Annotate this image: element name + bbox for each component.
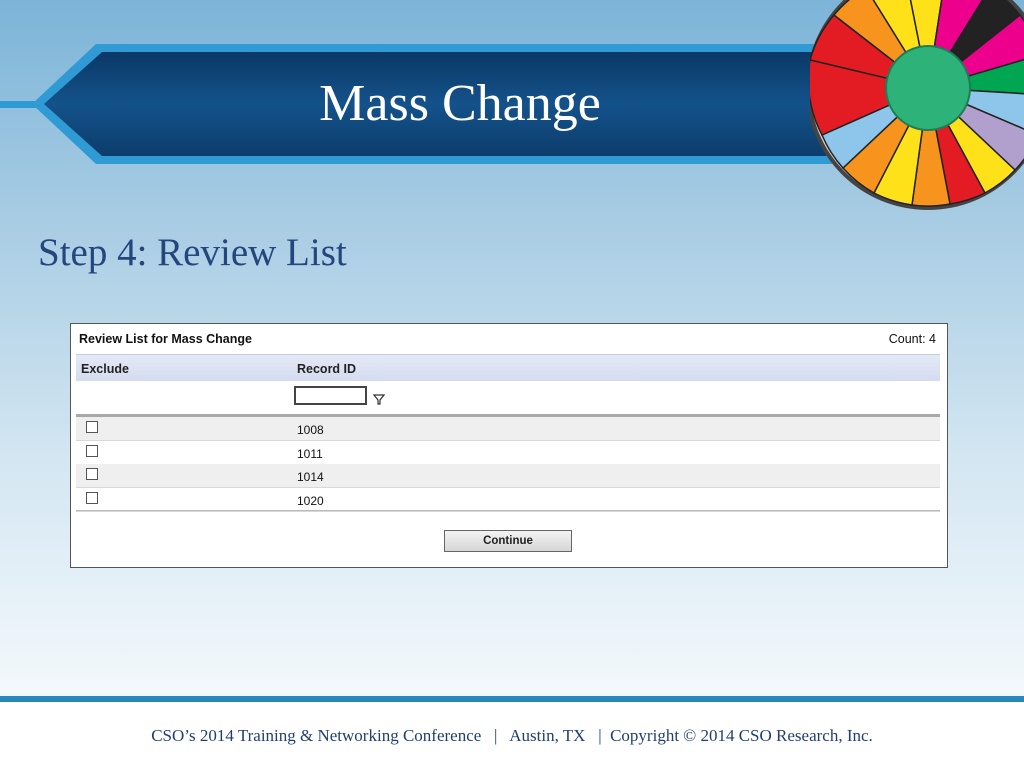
continue-button[interactable]: Continue: [444, 530, 572, 552]
column-header-exclude[interactable]: Exclude: [81, 362, 129, 376]
step-subtitle: Step 4: Review List: [38, 231, 347, 274]
slide-title: Mass Change: [319, 75, 601, 132]
record-id-cell: 1008: [297, 423, 324, 437]
table-row[interactable]: 1020: [76, 488, 940, 512]
record-id-filter-input[interactable]: [294, 386, 367, 405]
exclude-checkbox[interactable]: [86, 492, 98, 504]
filter-icon[interactable]: [373, 394, 385, 405]
table-row[interactable]: 1008: [76, 417, 940, 441]
footer-text: CSO’s 2014 Training & Networking Confere…: [151, 726, 873, 745]
wheel-of-fortune-graphic: [810, 0, 1024, 210]
review-list-panel: Review List for Mass Change Count: 4 Exc…: [70, 323, 948, 568]
filter-row: [76, 381, 940, 417]
table-row[interactable]: 1014: [76, 464, 940, 488]
column-header-record-id[interactable]: Record ID: [297, 362, 356, 376]
record-id-cell: 1011: [297, 447, 323, 461]
exclude-checkbox[interactable]: [86, 468, 98, 480]
table-row[interactable]: 1011: [76, 441, 940, 465]
exclude-checkbox[interactable]: [86, 445, 98, 457]
exclude-checkbox[interactable]: [86, 421, 98, 433]
record-count: Count: 4: [888, 332, 936, 346]
review-grid: Exclude Record ID 1008 1011 1014 1020: [76, 354, 940, 512]
record-id-cell: 1020: [297, 494, 324, 508]
grid-header: Exclude Record ID: [76, 354, 940, 381]
record-id-cell: 1014: [297, 470, 324, 484]
panel-title: Review List for Mass Change: [79, 332, 252, 346]
